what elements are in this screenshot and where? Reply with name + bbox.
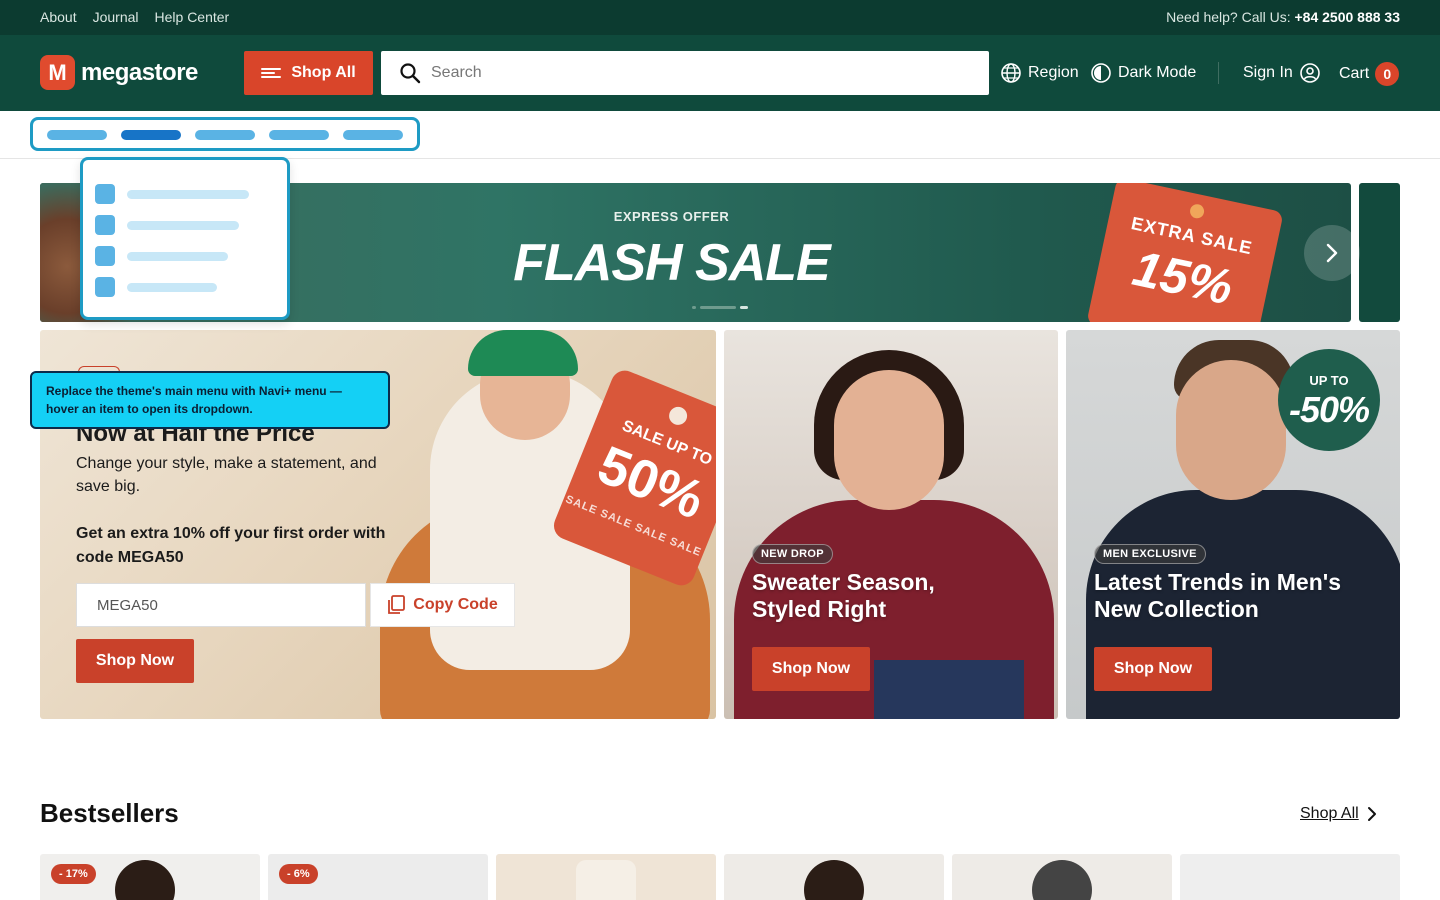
nav-item-placeholder[interactable] — [343, 130, 403, 140]
cart-label: Cart — [1339, 65, 1370, 82]
product-card[interactable] — [496, 854, 716, 900]
carousel-dots — [692, 306, 748, 309]
shop-all-label: Shop All — [291, 64, 356, 81]
tag-hole — [1188, 202, 1206, 220]
hero-code-text: Get an extra 10% off your first order wi… — [76, 525, 386, 566]
next-slide-peek — [1359, 183, 1400, 322]
carousel-dot[interactable] — [692, 306, 696, 309]
region-selector[interactable]: Region — [1000, 62, 1079, 84]
help-phone: Need help? Call Us: +84 2500 888 33 — [1166, 9, 1400, 25]
bestsellers-heading: Bestsellers — [40, 798, 179, 828]
search-bar — [381, 51, 989, 95]
product-image — [804, 860, 864, 900]
journal-link[interactable]: Journal — [93, 9, 139, 25]
help-prefix: Need help? Call Us: — [1166, 9, 1291, 25]
navi-menu-placeholder — [30, 117, 420, 151]
globe-icon — [1001, 63, 1021, 83]
about-link[interactable]: About — [40, 9, 77, 25]
hero-subtext: Change your style, make a statement, and… — [76, 455, 377, 495]
dark-mode-label: Dark Mode — [1118, 64, 1197, 81]
sign-in-label: Sign In — [1243, 64, 1293, 81]
chevron-right-icon — [1367, 807, 1376, 821]
menu-icon — [261, 68, 282, 78]
nav-dropdown-placeholder — [80, 157, 290, 320]
promo-code-field[interactable] — [76, 583, 366, 627]
discount-badge: - 6% — [279, 864, 318, 884]
contrast-icon — [1091, 63, 1111, 83]
mens-card-title: Latest Trends in Men's New Collection — [1094, 569, 1341, 623]
search-icon — [399, 62, 421, 84]
nav-item-placeholder[interactable] — [195, 130, 255, 140]
new-drop-badge: NEW DROP — [752, 544, 833, 564]
logo[interactable]: M megastore — [40, 55, 198, 90]
product-card[interactable]: - 6% — [268, 854, 488, 900]
main-nav — [0, 111, 1440, 159]
cart-count-badge: 0 — [1375, 62, 1400, 86]
sign-in-link[interactable]: Sign In — [1243, 62, 1321, 84]
sweater-shop-now-button[interactable]: Shop Now — [752, 647, 870, 691]
sweater-title-line1: Sweater Season, — [752, 569, 935, 595]
mens-title-line2: New Collection — [1094, 596, 1259, 622]
chevron-right-icon — [1326, 243, 1338, 263]
top-utility-bar: About Journal Help Center Need help? Cal… — [0, 0, 1440, 35]
model-face — [834, 370, 944, 510]
bestsellers-shop-all-link[interactable]: Shop All — [1300, 805, 1377, 823]
nav-item-placeholder-active[interactable] — [121, 130, 181, 140]
main-header: M megastore Shop All Region Dark Mode Si… — [0, 35, 1440, 111]
jeans-image — [874, 660, 1024, 719]
onboarding-tooltip: Replace the theme's main menu with Navi+… — [30, 371, 390, 429]
carousel-next-button[interactable] — [1304, 225, 1360, 281]
nav-item-placeholder[interactable] — [269, 130, 329, 140]
extra-sale-tag: EXTRA SALE 15% — [1086, 183, 1284, 322]
discount-circle-badge: UP TO -50% — [1278, 349, 1380, 451]
mens-shop-now-button[interactable]: Shop Now — [1094, 647, 1212, 691]
dark-mode-toggle[interactable]: Dark Mode — [1090, 62, 1196, 84]
tag-hole — [666, 404, 690, 428]
cart-link[interactable]: Cart 0 — [1339, 62, 1400, 86]
shop-all-button[interactable]: Shop All — [244, 51, 373, 95]
help-center-link[interactable]: Help Center — [155, 9, 230, 25]
nav-item-placeholder[interactable] — [47, 130, 107, 140]
product-card[interactable] — [1180, 854, 1400, 900]
sweater-title-line2: Styled Right — [752, 596, 887, 622]
header-divider — [1218, 62, 1219, 84]
mens-title-line1: Latest Trends in Men's — [1094, 569, 1342, 595]
carousel-dot[interactable] — [700, 306, 736, 309]
men-exclusive-badge: MEN EXCLUSIVE — [1094, 544, 1206, 564]
upto-label: UP TO — [1309, 373, 1349, 388]
discount-badge: - 17% — [51, 864, 96, 884]
product-image — [115, 860, 175, 900]
bestsellers-shop-all-label: Shop All — [1300, 805, 1359, 822]
product-card[interactable] — [952, 854, 1172, 900]
utility-links: About Journal Help Center — [40, 9, 229, 25]
product-image — [576, 860, 636, 900]
model-cap — [468, 330, 578, 376]
upto-value: -50% — [1288, 389, 1370, 430]
model-face — [1176, 360, 1286, 500]
hero-shop-now-button[interactable]: Shop Now — [76, 639, 194, 683]
user-icon — [1300, 63, 1320, 83]
logo-name: megastore — [81, 58, 198, 86]
logo-mark: M — [40, 55, 75, 90]
search-input[interactable] — [431, 64, 971, 82]
copy-code-label: Copy Code — [413, 596, 498, 613]
sweater-card-title: Sweater Season, Styled Right — [752, 569, 935, 623]
product-image — [1032, 860, 1092, 900]
region-label: Region — [1028, 64, 1079, 81]
phone-number[interactable]: +84 2500 888 33 — [1295, 9, 1401, 25]
copy-code-button[interactable]: Copy Code — [370, 583, 515, 627]
product-card[interactable]: - 17% — [40, 854, 260, 900]
copy-icon — [388, 595, 406, 614]
product-card[interactable] — [724, 854, 944, 900]
carousel-dot[interactable] — [740, 306, 748, 309]
